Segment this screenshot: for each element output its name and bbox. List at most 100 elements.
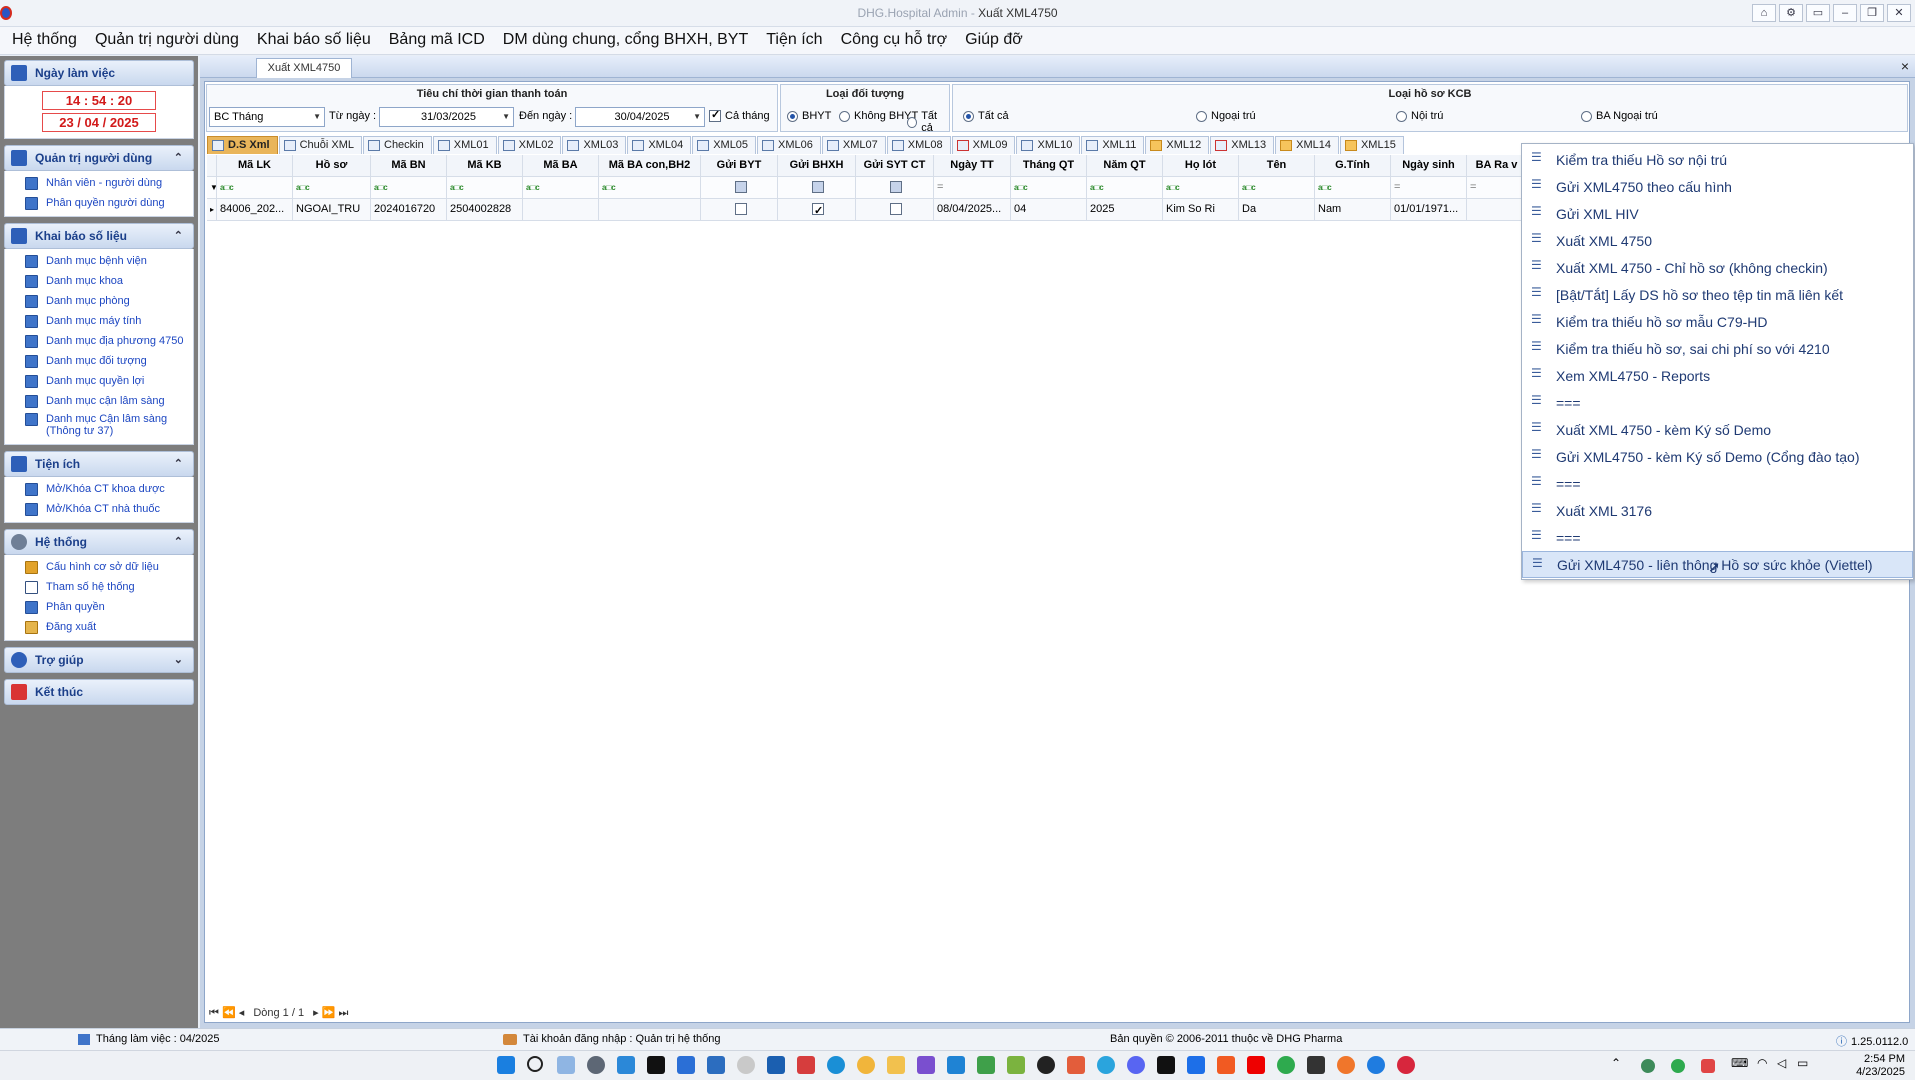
terminal-app-icon[interactable] (647, 1056, 665, 1074)
period-select[interactable]: BC Tháng ▼ (209, 107, 325, 127)
sidebar-item-lock-pharmacy-dept[interactable]: Mở/Khóa CT khoa dược (5, 479, 193, 499)
sidebar-item-hospitals[interactable]: Danh mục bệnh viện (5, 251, 193, 271)
cell-ma-ba[interactable] (523, 199, 599, 221)
expand-icon[interactable]: ⌄ (174, 653, 183, 666)
sidebar-item-departments[interactable]: Danh mục khoa (5, 271, 193, 291)
menu-item-export-signed-demo[interactable]: Xuất XML 4750 - kèm Ký số Demo (1522, 416, 1913, 443)
telegram-app-icon[interactable] (1097, 1056, 1115, 1074)
edge-browser-icon[interactable] (827, 1056, 845, 1074)
filter-cell[interactable]: a□c (1087, 177, 1163, 199)
system-header[interactable]: Hệ thống ⌃ (4, 529, 194, 555)
last-page-icon[interactable]: ⏭ (339, 1007, 349, 1019)
menu-item-export-records-only[interactable]: Xuất XML 4750 - Chỉ hồ sơ (không checkin… (1522, 254, 1913, 281)
from-date-input[interactable]: 31/03/2025 ▼ (379, 107, 514, 127)
hospital-app-icon[interactable] (1367, 1056, 1385, 1074)
prev-page-fast-icon[interactable]: ⏪ (222, 1007, 236, 1019)
cell-ma-ba-con[interactable] (599, 199, 701, 221)
menu-utilities[interactable]: Tiện ích (758, 27, 832, 54)
gui-bhxh-checkbox[interactable] (812, 201, 824, 220)
volume-icon[interactable]: ◁ (1777, 1056, 1795, 1074)
column-header[interactable]: Gửi SYT CT (856, 155, 934, 177)
cell-gui-bhxh[interactable] (778, 199, 856, 221)
filter-cell[interactable]: a□c (217, 177, 293, 199)
minimize-button[interactable]: – (1833, 4, 1857, 22)
tab-xml05[interactable]: XML05 (692, 136, 757, 154)
cell-ba-ra-vien[interactable] (1467, 199, 1527, 221)
filter-cell[interactable]: = (1467, 177, 1527, 199)
terminal-app-icon[interactable] (1307, 1056, 1325, 1074)
menu-item-view-reports[interactable]: Xem XML4750 - Reports (1522, 362, 1913, 389)
tab-xml09[interactable]: XML09 (951, 136, 1016, 154)
column-header[interactable]: Mã BA (523, 155, 599, 177)
collapse-icon[interactable]: ⌃ (174, 535, 183, 548)
restore-panel-icon[interactable]: ▭ (1806, 4, 1830, 22)
tab-xml03[interactable]: XML03 (562, 136, 627, 154)
search-icon[interactable] (527, 1056, 543, 1072)
filter-cell[interactable]: a□c (293, 177, 371, 199)
column-header[interactable]: G.Tính (1315, 155, 1391, 177)
menu-item-check-c79[interactable]: Kiểm tra thiếu hồ sơ mẫu C79-HD (1522, 308, 1913, 335)
to-date-input[interactable]: 30/04/2025 ▼ (575, 107, 705, 127)
cell-thang-qt[interactable]: 04 (1011, 199, 1087, 221)
filter-cell[interactable] (701, 177, 778, 199)
sidebar-item-user-permissions[interactable]: Phân quyền người dùng (5, 193, 193, 213)
tab-xml15[interactable]: XML15 (1339, 136, 1404, 154)
file-explorer-icon[interactable] (887, 1056, 905, 1074)
tab-checkin[interactable]: Checkin (363, 136, 432, 154)
menu-item-export-xml4750[interactable]: Xuất XML 4750 (1522, 227, 1913, 254)
filter-cell[interactable] (856, 177, 934, 199)
data-decl-header[interactable]: Khai báo số liệu ⌃ (4, 223, 194, 249)
tab-xml10[interactable]: XML10 (1016, 136, 1081, 154)
sidebar-item-paraclinical-tt37[interactable]: Danh mục Cận lâm sàng (Thông tư 37) (5, 411, 193, 441)
keyboard-icon[interactable]: ⌨ (1731, 1056, 1749, 1074)
column-header[interactable]: Mã BA con,BH2 (599, 155, 701, 177)
first-page-icon[interactable]: ⏮ (209, 1007, 219, 1019)
menu-icd-table[interactable]: Bảng mã ICD (381, 27, 495, 54)
cell-ngay-tt[interactable]: 08/04/2025... (934, 199, 1011, 221)
chevron-up-icon[interactable]: ⌃ (1611, 1056, 1629, 1074)
chrome-browser-icon[interactable] (1277, 1056, 1295, 1074)
filter-cell[interactable] (778, 177, 856, 199)
tab-xml08[interactable]: XML08 (886, 136, 951, 154)
menu-item-send-signed-demo[interactable]: Gửi XML4750 - kèm Ký số Demo (Cổng đào t… (1522, 443, 1913, 470)
tab-xml12[interactable]: XML12 (1145, 136, 1210, 154)
settings-window-icon[interactable]: ⚙ (1779, 4, 1803, 22)
taskbar-clock[interactable]: 2:54 PM 4/23/2025 (1856, 1053, 1905, 1079)
menu-support-tools[interactable]: Công cụ hỗ trợ (833, 27, 958, 54)
sidebar-item-logout[interactable]: Đăng xuất (5, 617, 193, 637)
zalo-app-icon[interactable] (1187, 1056, 1205, 1074)
cell-ma-lk[interactable]: 84006_202... (217, 199, 293, 221)
battery-icon[interactable]: ▭ (1797, 1056, 1815, 1074)
finish-header[interactable]: Kết thúc (4, 679, 194, 705)
cell-gioi-tinh[interactable]: Nam (1315, 199, 1391, 221)
cell-gui-syt[interactable] (856, 199, 934, 221)
radio-all-objects[interactable]: Tất cả (907, 110, 949, 134)
remote-desktop-icon[interactable] (707, 1056, 725, 1074)
sidebar-item-lock-drugstore[interactable]: Mở/Khóa CT nhà thuốc (5, 499, 193, 519)
cell-ma-bn[interactable]: 2024016720 (371, 199, 447, 221)
tab-xml04[interactable]: XML04 (627, 136, 692, 154)
sumatra-app-icon[interactable] (797, 1056, 815, 1074)
windows-start-icon[interactable] (497, 1056, 515, 1074)
column-header[interactable]: Tên (1239, 155, 1315, 177)
column-header[interactable]: Họ lót (1163, 155, 1239, 177)
powershell-app-icon[interactable] (677, 1056, 695, 1074)
column-header[interactable]: Năm QT (1087, 155, 1163, 177)
sidebar-item-db-config[interactable]: Cấu hình cơ sở dữ liệu (5, 557, 193, 577)
cell-ngay-sinh[interactable]: 01/01/1971... (1391, 199, 1467, 221)
sidebar-item-system-params[interactable]: Tham số hệ thống (5, 577, 193, 597)
sidebar-item-paraclinical[interactable]: Danh mục cận lâm sàng (5, 391, 193, 411)
sidebar-item-rooms[interactable]: Danh mục phòng (5, 291, 193, 311)
chatgpt-app-icon[interactable] (1037, 1056, 1055, 1074)
sidebar-item-subjects[interactable]: Danh mục đối tượng (5, 351, 193, 371)
column-header[interactable]: Gửi BHXH (778, 155, 856, 177)
discord-app-icon[interactable] (1127, 1056, 1145, 1074)
hospital-admin-app-icon[interactable] (1397, 1056, 1415, 1074)
menu-item-send-by-config[interactable]: Gửi XML4750 theo cấu hình (1522, 173, 1913, 200)
menu-item-check-cost-4210[interactable]: Kiểm tra thiếu hồ sơ, sai chi phí so với… (1522, 335, 1913, 362)
radio-bhyt[interactable]: BHYT (787, 110, 831, 122)
collapse-icon[interactable]: ⌃ (174, 457, 183, 470)
app-icon[interactable] (1067, 1056, 1085, 1074)
sidebar-item-localities[interactable]: Danh mục địa phương 4750 (5, 331, 193, 351)
filter-cell[interactable]: = (1391, 177, 1467, 199)
